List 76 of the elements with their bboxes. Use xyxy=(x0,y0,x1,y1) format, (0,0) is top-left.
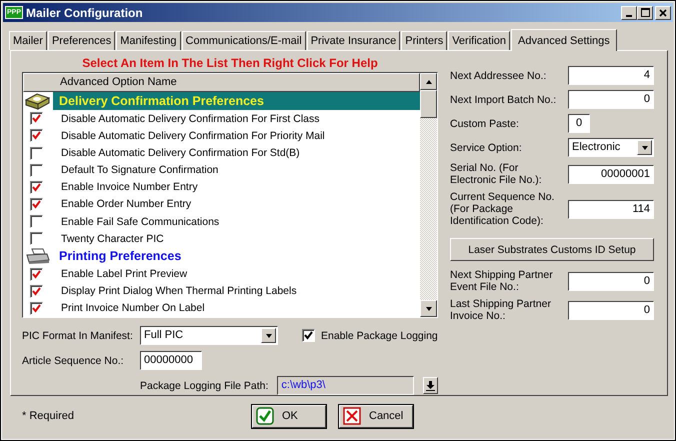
option-label[interactable]: Print Invoice Number On Label xyxy=(61,302,205,314)
close-icon xyxy=(659,8,667,16)
input-field[interactable]: 00000000 xyxy=(140,351,202,370)
ok-button[interactable]: OK xyxy=(252,404,326,428)
help-text: Select An Item In The List Then Right Click For Help xyxy=(81,55,379,72)
scroll-down-button[interactable] xyxy=(420,300,437,317)
down-arrow-icon xyxy=(424,306,432,312)
check-icon xyxy=(256,407,274,425)
field-label: Last Shipping Partner Invoice No.: xyxy=(450,298,552,322)
option-label[interactable]: Twenty Character PIC xyxy=(61,232,164,245)
close-icon xyxy=(343,407,361,425)
tab[interactable]: Manifesting xyxy=(116,31,181,50)
dropdown-button[interactable] xyxy=(637,140,652,155)
option-label[interactable]: Disable Automatic Delivery Confirmation For Std(B) xyxy=(61,147,300,159)
input-field[interactable]: 0 xyxy=(568,300,654,320)
scrollbar[interactable] xyxy=(420,73,437,317)
tab[interactable]: Communications/E-mail xyxy=(182,31,306,50)
minimize-icon xyxy=(626,14,632,16)
input-field[interactable]: 4 xyxy=(568,66,654,85)
option-label[interactable]: Disable Automatic Delivery Confirmation For Priority Mail xyxy=(61,130,325,142)
option-label[interactable]: Enable Invoice Number Entry xyxy=(61,181,198,194)
checkbox-label[interactable]: Enable Package Logging xyxy=(321,330,438,342)
window-title: Mailer Configuration xyxy=(26,6,144,20)
dropdown-value: Full PIC xyxy=(144,328,184,343)
option-label[interactable]: Enable Fail Safe Communications xyxy=(61,216,220,228)
tab[interactable]: Private Insurance xyxy=(306,31,400,50)
field-label: Next Addressee No.: xyxy=(450,70,548,82)
input-field[interactable]: 0 xyxy=(568,90,654,109)
setup-button[interactable]: Laser Substrates Customs ID Setup xyxy=(450,238,654,261)
caret-icon xyxy=(640,144,648,150)
field-label: Service Option: xyxy=(450,142,523,154)
group-header[interactable]: Delivery Confirmation Preferences xyxy=(53,92,420,110)
checkbox[interactable] xyxy=(30,302,43,315)
option-label[interactable]: Default To Signature Confirmation xyxy=(61,164,218,176)
tab[interactable]: Printers xyxy=(401,31,448,50)
required-note: * Required xyxy=(22,410,75,422)
field-label: Current Sequence No. (For Package Identification Code): xyxy=(450,191,556,227)
checkbox[interactable] xyxy=(30,232,43,246)
tab[interactable]: Preferences xyxy=(48,31,116,50)
cancel-button[interactable]: Cancel xyxy=(339,404,413,428)
tab[interactable]: Verification xyxy=(448,31,510,50)
option-label[interactable]: Enable Label Print Preview xyxy=(61,268,188,280)
field-label: Package Logging File Path: xyxy=(140,380,268,392)
field-label: Serial No. (For Electronic File No.): xyxy=(450,162,543,186)
field-label: Next Shipping Partner Event File No.: xyxy=(450,269,554,293)
input-field[interactable]: 0 xyxy=(568,114,590,133)
dropdown-button[interactable] xyxy=(261,328,276,343)
field-label: Article Sequence No.: xyxy=(22,354,125,366)
path-field[interactable]: c:\wb\p3\ xyxy=(277,376,414,395)
scroll-thumb[interactable] xyxy=(420,90,437,118)
pic-format-dropdown[interactable]: Full PIC xyxy=(140,326,278,345)
option-label[interactable]: Enable Order Number Entry xyxy=(61,198,192,210)
maximize-button[interactable] xyxy=(637,6,653,20)
option-label[interactable]: Display Print Dialog When Thermal Printing Labels xyxy=(61,285,297,298)
group-header[interactable]: Printing Preferences xyxy=(53,247,420,266)
checkbox[interactable] xyxy=(302,329,315,342)
option-label[interactable]: Disable Automatic Delivery Confirmation For First Class xyxy=(61,112,320,125)
minimize-button[interactable] xyxy=(621,6,637,20)
column-header[interactable]: Advanced Option Name xyxy=(23,73,420,92)
close-button[interactable] xyxy=(655,6,671,20)
input-field[interactable]: 114 xyxy=(568,200,654,218)
field-label: Custom Paste: xyxy=(450,118,520,130)
tab[interactable]: Mailer xyxy=(9,31,47,50)
down-arrow-icon xyxy=(426,380,436,390)
scroll-up-button[interactable] xyxy=(420,73,437,90)
service-dropdown[interactable]: Electronic xyxy=(568,138,654,157)
caret-icon xyxy=(264,332,272,338)
dropdown-value: Electronic xyxy=(572,140,620,155)
browse-button[interactable] xyxy=(423,377,438,394)
up-arrow-icon xyxy=(424,78,432,84)
maximize-icon xyxy=(640,8,650,17)
field-label: PIC Format In Manifest: xyxy=(22,330,134,342)
input-field[interactable]: 00000001 xyxy=(568,164,654,184)
input-field[interactable]: 0 xyxy=(568,272,654,290)
field-label: Next Import Batch No.: xyxy=(450,94,558,106)
tab[interactable]: Advanced Settings xyxy=(511,29,617,51)
